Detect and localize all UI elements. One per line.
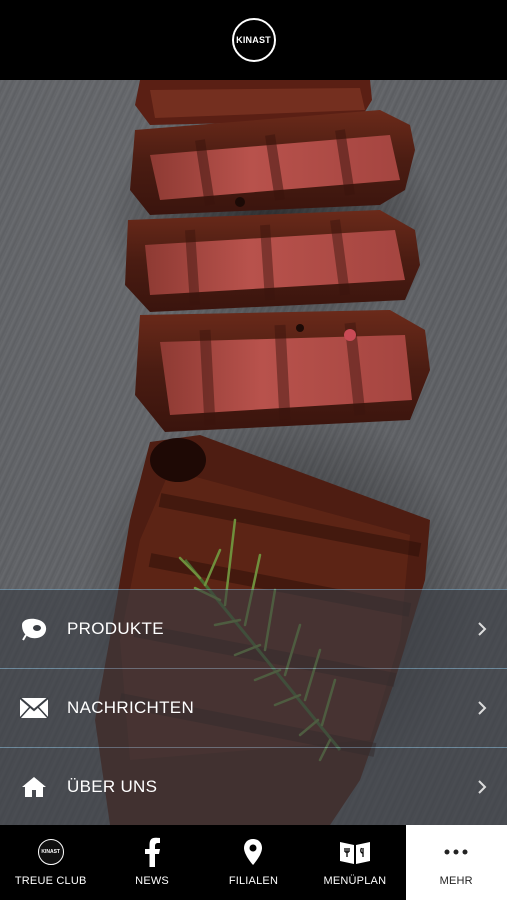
menu-item-nachrichten[interactable]: NACHRICHTEN bbox=[0, 669, 507, 747]
tab-mehr[interactable]: MEHR bbox=[405, 825, 507, 900]
chevron-right-icon bbox=[478, 622, 487, 636]
mini-logo-text: KINAST bbox=[37, 839, 64, 865]
tab-filialen[interactable]: FILIALEN bbox=[203, 825, 304, 900]
bottom-tab-bar: KINAST TREUE CLUB NEWS FILIALEN MENÜPLAN… bbox=[0, 825, 507, 900]
app-header: KINAST bbox=[0, 0, 507, 80]
tab-label: NEWS bbox=[135, 875, 169, 887]
menu-item-produkte[interactable]: PRODUKTE bbox=[0, 590, 507, 668]
menu-item-label: PRODUKTE bbox=[67, 619, 164, 638]
chevron-right-icon bbox=[478, 780, 487, 794]
envelope-icon bbox=[18, 694, 50, 722]
more-dots-icon bbox=[436, 837, 476, 867]
menu-item-ueber-uns[interactable]: ÜBER UNS bbox=[0, 748, 507, 826]
tab-menuplan[interactable]: MENÜPLAN bbox=[304, 825, 405, 900]
meat-icon bbox=[18, 615, 50, 643]
tab-label: MEHR bbox=[439, 875, 473, 887]
tab-treue-club[interactable]: KINAST TREUE CLUB bbox=[0, 825, 101, 900]
tab-label: TREUE CLUB bbox=[14, 875, 87, 887]
home-icon bbox=[18, 773, 50, 801]
tab-label: MENÜPLAN bbox=[323, 875, 387, 887]
chevron-right-icon bbox=[478, 701, 487, 715]
kinast-logo-icon: KINAST bbox=[31, 837, 71, 867]
menu-item-label: ÜBER UNS bbox=[67, 777, 158, 796]
main-menu: PRODUKTE NACHRICHTEN ÜBER UNS bbox=[0, 589, 507, 826]
menu-item-label: NACHRICHTEN bbox=[67, 698, 195, 717]
menu-book-icon bbox=[335, 837, 375, 867]
location-pin-icon bbox=[233, 837, 273, 867]
logo-brand-text: KINAST bbox=[236, 35, 271, 45]
tab-label: FILIALEN bbox=[228, 875, 279, 887]
tab-news[interactable]: NEWS bbox=[101, 825, 202, 900]
kinast-logo: KINAST bbox=[231, 18, 276, 62]
facebook-icon bbox=[132, 837, 172, 867]
